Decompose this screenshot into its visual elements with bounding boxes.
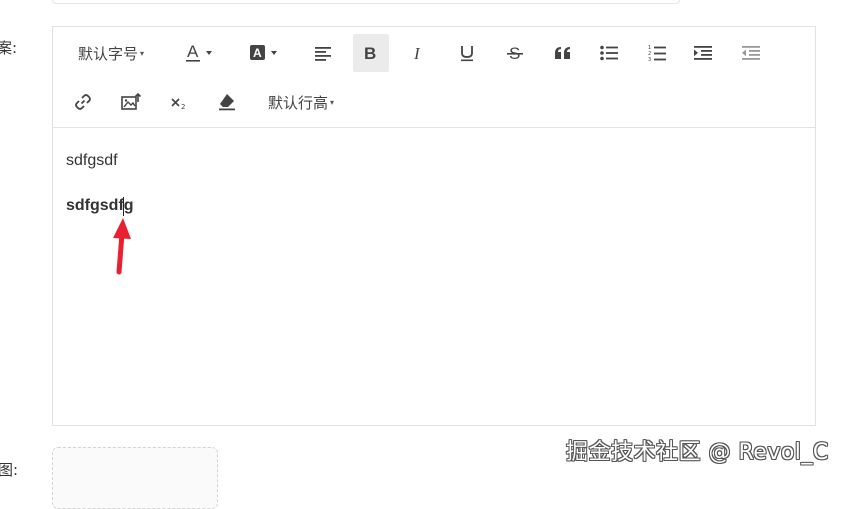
font-size-label: 默认字号 <box>77 44 138 63</box>
line-height-label: 默认行高 <box>267 93 328 112</box>
link-icon <box>74 93 92 111</box>
image-button[interactable] <box>115 83 147 121</box>
image-field-label: 图: <box>0 461 19 479</box>
watermark-text: 掘金技术社区 @ Revol_C <box>566 440 829 465</box>
line-height-select[interactable]: 默认行高 ▾ <box>257 83 345 121</box>
paragraph-1: sdfgsdf <box>66 152 118 169</box>
strikethrough-icon: S <box>507 44 523 62</box>
font-color-icon: A <box>184 42 214 64</box>
outdent-button[interactable] <box>733 34 769 72</box>
bullet-list-icon <box>600 45 618 61</box>
copy-field-label: 案: <box>0 39 18 57</box>
align-left-icon <box>314 45 332 61</box>
image-upload-icon <box>121 93 141 111</box>
editor-toolbar: 默认字号 ▾ A A B I 1 2 3 2 默认行高 ▾ <box>53 27 815 128</box>
svg-text:3: 3 <box>648 57 651 62</box>
underline-button[interactable] <box>449 34 485 72</box>
rich-text-editor: 默认字号 ▾ A A B I 1 2 3 2 默认行高 ▾ sdfgsdf sd… <box>52 26 816 426</box>
dropdown-caret-icon: ▾ <box>330 97 335 107</box>
bold-icon: B <box>363 44 379 62</box>
font-size-select[interactable]: 默认字号 ▾ <box>67 34 155 72</box>
strikethrough-button[interactable]: S <box>497 34 533 72</box>
image-upload-box[interactable] <box>52 447 218 509</box>
svg-text:I: I <box>413 44 421 62</box>
svg-text:2: 2 <box>181 103 185 110</box>
subscript-button[interactable]: 2 <box>163 83 195 121</box>
background-color-button[interactable]: A <box>243 34 283 72</box>
svg-text:A: A <box>253 46 262 60</box>
background-color-icon: A <box>247 42 279 64</box>
link-button[interactable] <box>67 83 99 121</box>
bullet-list-button[interactable] <box>591 34 627 72</box>
clear-format-button[interactable] <box>211 83 243 121</box>
font-color-button[interactable]: A <box>179 34 219 72</box>
subscript-icon: 2 <box>170 94 188 110</box>
italic-button[interactable]: I <box>401 34 437 72</box>
numbered-list-icon: 1 2 3 <box>648 44 666 62</box>
svg-text:B: B <box>364 44 376 62</box>
indent-icon <box>694 45 712 61</box>
italic-icon: I <box>411 44 427 62</box>
editor-content-area[interactable]: sdfgsdf sdfgsdfg <box>53 128 815 425</box>
indent-button[interactable] <box>685 34 721 72</box>
red-annotation-arrow-icon <box>107 214 137 280</box>
align-button[interactable] <box>307 34 339 72</box>
outdent-icon <box>742 45 760 61</box>
bold-button[interactable]: B <box>353 34 389 72</box>
underline-icon <box>459 44 475 62</box>
numbered-list-button[interactable]: 1 2 3 <box>639 34 675 72</box>
quote-button[interactable] <box>545 34 581 72</box>
svg-text:A: A <box>187 42 199 61</box>
dropdown-caret-icon: ▾ <box>140 48 145 58</box>
eraser-icon <box>218 93 236 111</box>
previous-input-field[interactable] <box>52 0 680 4</box>
quote-icon <box>554 45 572 61</box>
